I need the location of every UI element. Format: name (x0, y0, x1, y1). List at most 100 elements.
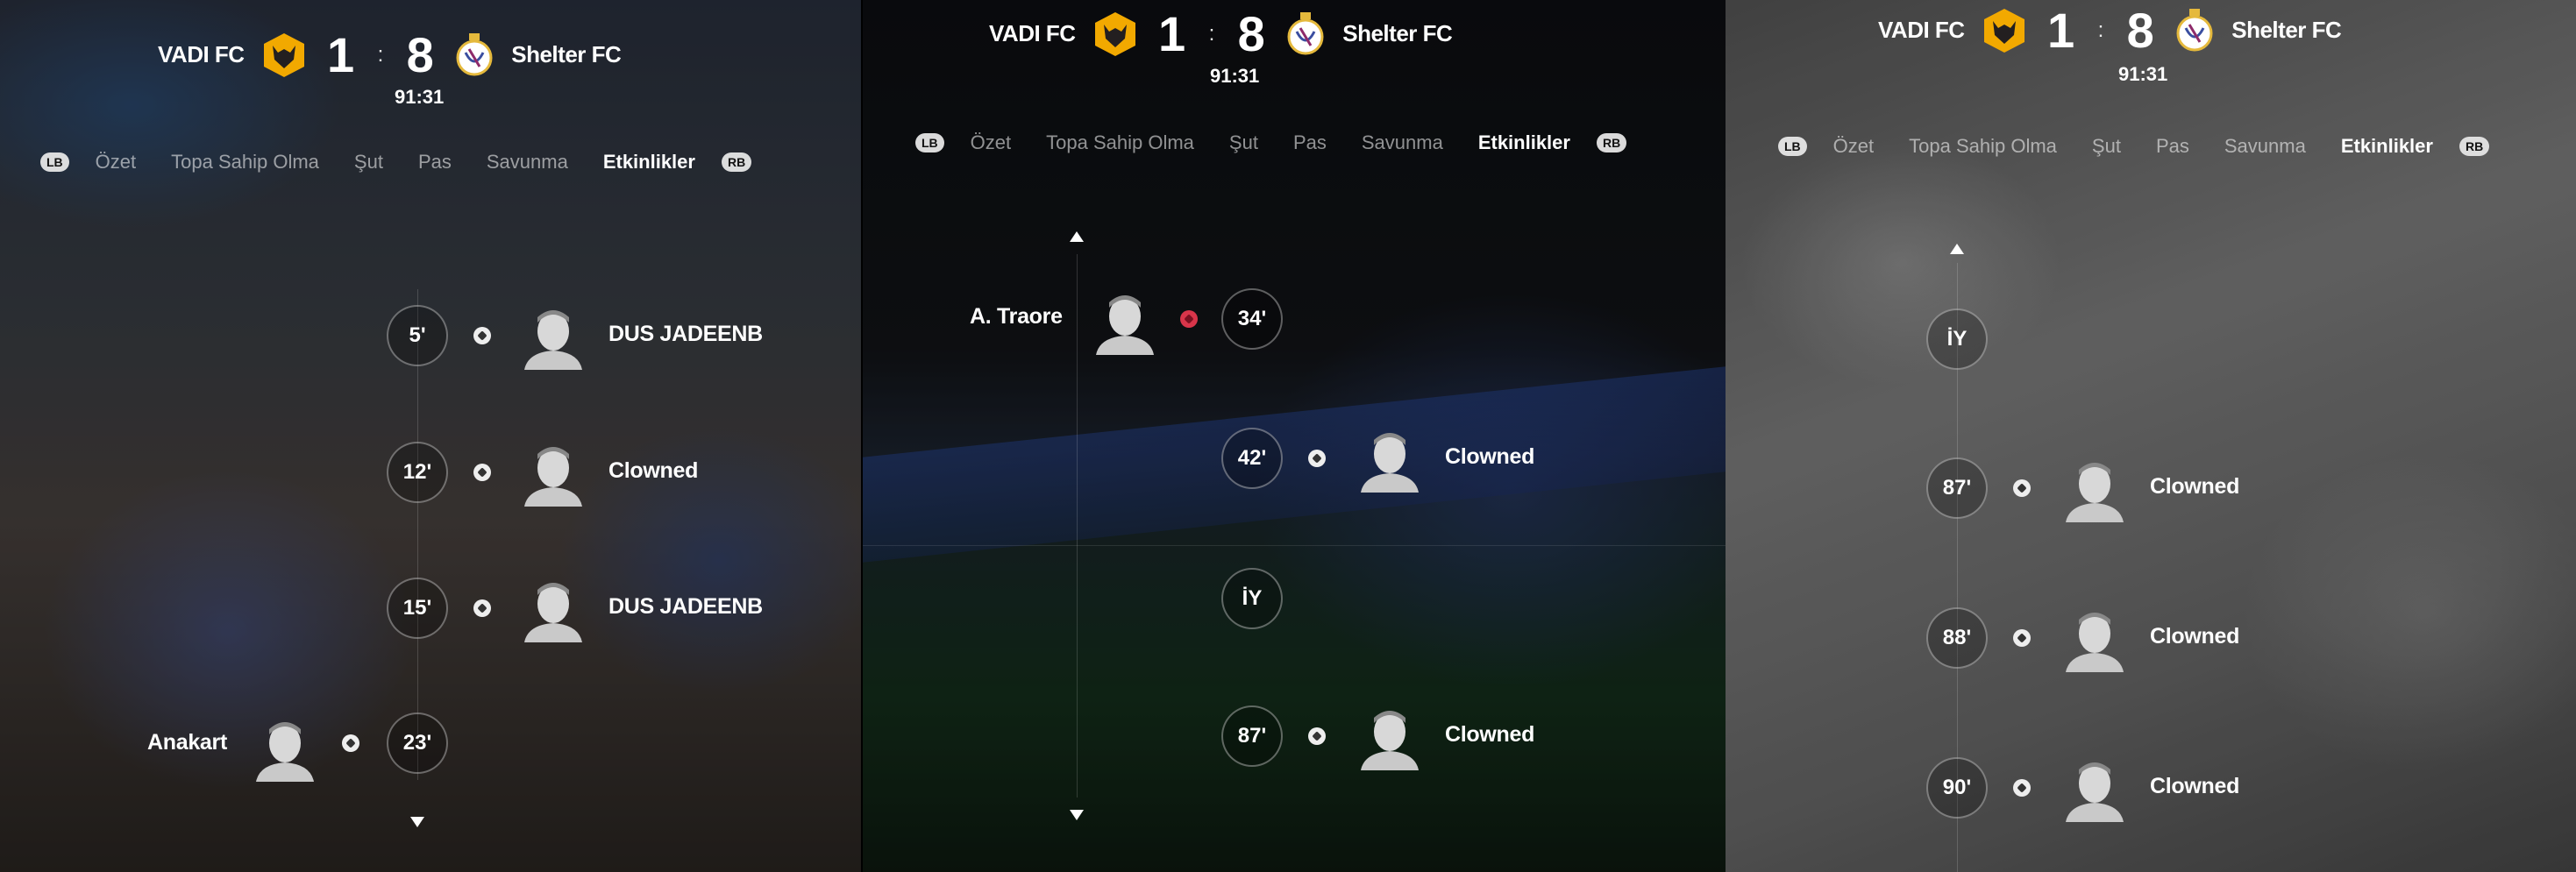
lb-button[interactable]: LB (40, 152, 69, 172)
scroll-down-arrow-icon[interactable] (1070, 810, 1084, 820)
tab-passing[interactable]: Pas (1293, 131, 1327, 154)
event-minute: 88' (1926, 607, 1988, 669)
away-team-name: Shelter FC (511, 41, 622, 67)
tab-shots[interactable]: Şut (2092, 135, 2121, 158)
wolves-badge-icon (1983, 8, 2025, 53)
tab-summary[interactable]: Özet (1833, 135, 1874, 158)
tab-events[interactable]: Etkinlikler (603, 151, 695, 174)
player-avatar (2066, 613, 2124, 672)
home-team-name: VADI FC (1878, 17, 1965, 43)
rb-button[interactable]: RB (2459, 137, 2490, 156)
ball-icon (2013, 629, 2031, 647)
event-player-name: Clowned (1445, 444, 1535, 469)
tab-defense[interactable]: Savunma (2224, 135, 2306, 158)
ball-icon (1308, 727, 1326, 745)
home-team-name: VADI FC (989, 20, 1076, 46)
stats-tab-bar: LB Özet Topa Sahip Olma Şut Pas Savunma … (1778, 135, 2490, 158)
away-score: 8 (406, 27, 434, 82)
event-minute: 15' (387, 578, 448, 639)
tab-shots[interactable]: Şut (1229, 131, 1258, 154)
real-madrid-badge-icon (456, 32, 493, 75)
event-player-name: DUS JADEENB (608, 322, 763, 346)
ball-icon (2013, 479, 2031, 497)
screenshot-panel-1: VADI FC 1 : 8 Shelter FC 91:31 LB Özet T… (0, 0, 861, 872)
rb-button[interactable]: RB (1596, 133, 1627, 152)
scoreboard: VADI FC 1 : 8 Shelter FC (1878, 3, 2342, 58)
lb-button[interactable]: LB (1778, 137, 1807, 156)
tab-possession[interactable]: Topa Sahip Olma (1909, 135, 2057, 158)
away-score: 8 (2126, 3, 2154, 58)
away-score: 8 (1237, 6, 1265, 61)
player-avatar (1361, 433, 1419, 493)
tab-possession[interactable]: Topa Sahip Olma (171, 151, 319, 174)
match-clock: 91:31 (1210, 65, 1260, 87)
ball-icon (1308, 450, 1326, 467)
match-clock: 91:31 (395, 86, 445, 108)
real-madrid-badge-icon (1287, 11, 1324, 54)
event-player-name: Clowned (608, 458, 699, 483)
screenshot-panel-2: VADI FC 1 : 8 Shelter FC 91:31 LB Özet T… (863, 0, 1726, 872)
stats-tab-bar: LB Özet Topa Sahip Olma Şut Pas Savunma … (40, 151, 752, 174)
event-player-name: DUS JADEENB (608, 594, 763, 619)
player-avatar (2066, 762, 2124, 822)
player-avatar (524, 583, 582, 642)
ball-icon (473, 599, 491, 617)
ball-icon (2013, 779, 2031, 797)
event-minute: 87' (1926, 457, 1988, 519)
home-score: 1 (327, 27, 355, 82)
stats-tab-bar: LB Özet Topa Sahip Olma Şut Pas Savunma … (915, 131, 1627, 154)
tab-passing[interactable]: Pas (418, 151, 452, 174)
ball-icon (473, 327, 491, 344)
scroll-down-arrow-icon[interactable] (410, 817, 424, 827)
player-avatar (256, 722, 314, 782)
lb-button[interactable]: LB (915, 133, 944, 152)
player-avatar (1361, 711, 1419, 770)
event-player-name: A. Traore (970, 304, 1063, 329)
half-time-marker: İY (1221, 568, 1283, 629)
event-player-name: Clowned (2150, 774, 2240, 798)
red-ball-icon (1180, 310, 1198, 328)
event-player-name: Clowned (2150, 474, 2240, 499)
tab-defense[interactable]: Savunma (1362, 131, 1443, 154)
ball-icon (342, 734, 359, 752)
event-player-name: Clowned (1445, 722, 1535, 747)
match-clock: 91:31 (2118, 63, 2168, 85)
tab-possession[interactable]: Topa Sahip Olma (1046, 131, 1194, 154)
tab-events[interactable]: Etkinlikler (2341, 135, 2433, 158)
home-score: 1 (2047, 3, 2075, 58)
wolves-badge-icon (1094, 11, 1135, 56)
event-minute: 87' (1221, 705, 1283, 767)
tab-passing[interactable]: Pas (2156, 135, 2189, 158)
tab-summary[interactable]: Özet (971, 131, 1011, 154)
home-score: 1 (1158, 6, 1186, 61)
half-time-marker: İY (1926, 308, 1988, 370)
event-minute: 5' (387, 305, 448, 366)
scoreboard: VADI FC 1 : 8 Shelter FC (158, 27, 622, 82)
event-minute: 23' (387, 712, 448, 774)
event-player-name: Clowned (2150, 624, 2240, 649)
tab-shots[interactable]: Şut (354, 151, 383, 174)
player-avatar (524, 310, 582, 370)
scroll-up-arrow-icon[interactable] (1950, 244, 1964, 254)
event-minute: 34' (1221, 288, 1283, 350)
wolves-badge-icon (263, 32, 304, 77)
player-avatar (1096, 295, 1154, 355)
event-minute: 12' (387, 442, 448, 503)
screenshot-panel-3: VADI FC 1 : 8 Shelter FC 91:31 LB Özet T… (1726, 0, 2576, 872)
scroll-up-arrow-icon[interactable] (1070, 231, 1084, 242)
tab-defense[interactable]: Savunma (487, 151, 568, 174)
home-team-name: VADI FC (158, 41, 245, 67)
real-madrid-badge-icon (2176, 8, 2213, 51)
tab-summary[interactable]: Özet (96, 151, 136, 174)
event-minute: 42' (1221, 428, 1283, 489)
event-minute: 90' (1926, 757, 1988, 819)
player-avatar (524, 447, 582, 507)
player-avatar (2066, 463, 2124, 522)
away-team-name: Shelter FC (2231, 17, 2342, 43)
ball-icon (473, 464, 491, 481)
event-player-name: Anakart (147, 730, 227, 755)
tab-events[interactable]: Etkinlikler (1478, 131, 1570, 154)
rb-button[interactable]: RB (721, 152, 752, 172)
away-team-name: Shelter FC (1342, 20, 1453, 46)
scoreboard: VADI FC 1 : 8 Shelter FC (989, 6, 1453, 61)
